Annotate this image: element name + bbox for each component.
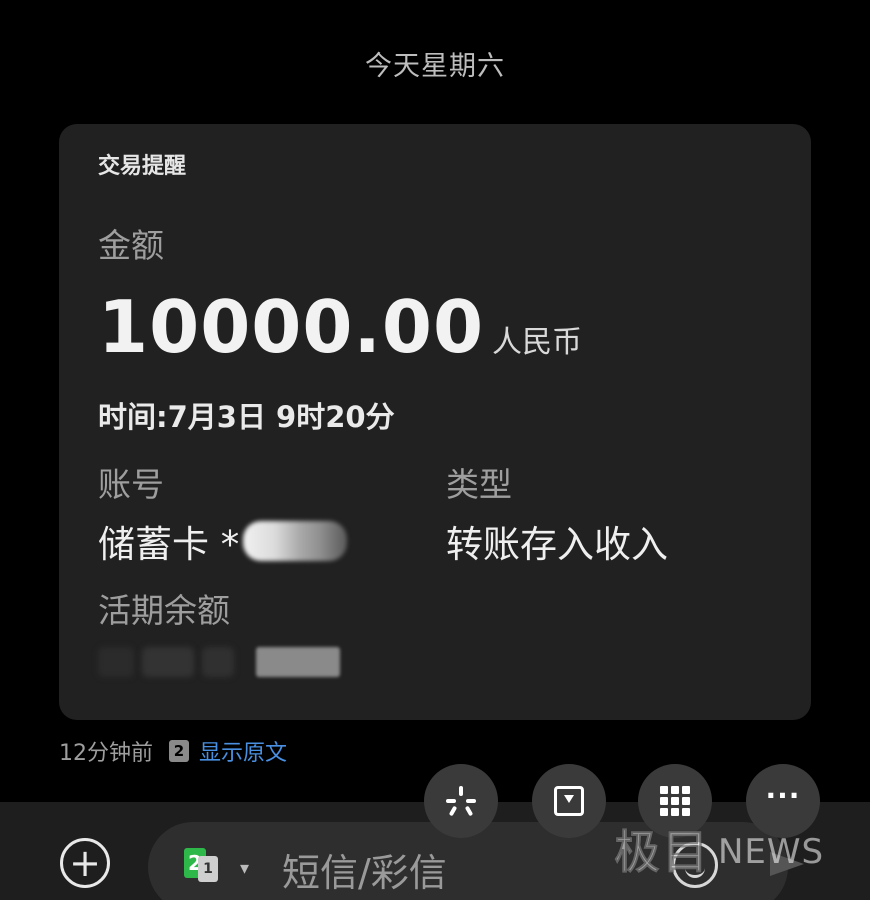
type-label: 类型 xyxy=(446,465,512,504)
smart-action-button[interactable] xyxy=(424,764,498,838)
redacted-block xyxy=(98,647,134,677)
chevron-down-icon[interactable]: ▾ xyxy=(240,858,249,879)
amount-label: 金额 xyxy=(98,226,164,265)
plus-icon: + xyxy=(69,841,101,885)
balance-value-redacted xyxy=(98,644,340,680)
account-label: 账号 xyxy=(98,465,164,504)
sms-screen: 今天星期六 交易提醒 金额 10000.00 人民币 时间:7月3日 9时20分… xyxy=(0,0,870,900)
account-value: 储蓄卡 * xyxy=(98,514,348,568)
date-header: 今天星期六 xyxy=(365,51,505,82)
spark-icon xyxy=(446,786,476,817)
sim-badge: 2 xyxy=(169,740,189,762)
watermark-logo: 极目 xyxy=(614,825,710,880)
sim-secondary-icon: 1 xyxy=(198,856,218,882)
more-button[interactable]: ··· xyxy=(746,764,820,838)
more-icon: ··· xyxy=(765,779,801,812)
sim-selector-icon[interactable]: 2 1 xyxy=(184,848,218,882)
amount-row: 10000.00 人民币 xyxy=(98,287,582,367)
account-number-redacted xyxy=(243,521,348,561)
transaction-message-card[interactable]: 交易提醒 金额 10000.00 人民币 时间:7月3日 9时20分 账号 类型… xyxy=(59,124,811,720)
watermark-news: NEWS xyxy=(718,832,825,872)
show-original-link[interactable]: 显示原文 xyxy=(199,735,287,767)
transaction-time: 时间:7月3日 9时20分 xyxy=(98,400,395,434)
input-placeholder: 短信/彩信 xyxy=(282,851,447,895)
card-title: 交易提醒 xyxy=(98,154,187,179)
currency-label: 人民币 xyxy=(492,325,583,360)
type-value: 转账存入收入 xyxy=(446,523,668,566)
redacted-block xyxy=(202,647,234,677)
redacted-block xyxy=(142,647,194,677)
add-attachment-button[interactable]: + xyxy=(60,838,110,888)
redacted-block xyxy=(256,647,340,677)
message-time-ago: 12分钟前 xyxy=(59,741,153,766)
amount-value: 10000.00 xyxy=(98,285,485,369)
balance-label: 活期余额 xyxy=(98,591,230,630)
grid-icon xyxy=(660,786,690,816)
message-meta: 12分钟前 2 显示原文 xyxy=(59,735,287,767)
account-number-text: 储蓄卡 * xyxy=(98,523,240,566)
save-message-button[interactable] xyxy=(532,764,606,838)
download-icon xyxy=(554,786,584,816)
